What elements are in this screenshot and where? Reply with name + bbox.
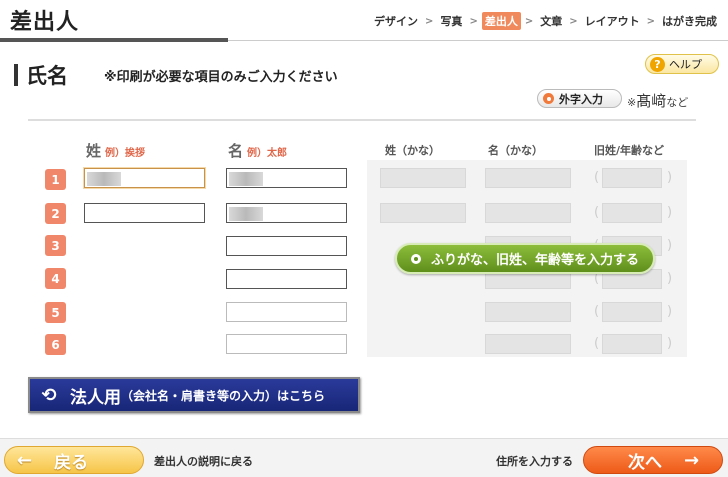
gaiji-note: ※髙﨑など bbox=[627, 90, 688, 111]
col-header-sei-kana: 姓（かな） bbox=[385, 144, 440, 157]
mei-input-5[interactable] bbox=[226, 302, 347, 322]
chevron-right-icon: > bbox=[469, 15, 478, 27]
row-number: 4 bbox=[45, 268, 66, 289]
col-header-old-name-age: 旧姓/年齢など bbox=[594, 144, 665, 157]
gaiji-note-suffix: など bbox=[666, 96, 689, 109]
step-design: デザイン bbox=[374, 15, 419, 28]
help-label: ヘルプ bbox=[669, 58, 702, 71]
furigana-button-label: ふりがな、旧姓、年齢等を入力する bbox=[431, 253, 640, 268]
sei-kana-input-2[interactable] bbox=[380, 203, 466, 223]
old-name-input-2[interactable] bbox=[602, 203, 662, 223]
gaiji-label: 外字入力 bbox=[559, 92, 603, 106]
furigana-input-button[interactable]: ふりがな、旧姓、年齢等を入力する bbox=[395, 243, 655, 274]
col-sei-label: 姓 bbox=[86, 142, 102, 160]
arrow-left-icon: ← bbox=[17, 449, 33, 471]
row-number: 6 bbox=[45, 334, 66, 355]
paren-close: ) bbox=[667, 170, 673, 185]
paren-close: ) bbox=[667, 336, 673, 351]
corporate-main-label: 法人用 bbox=[70, 387, 121, 408]
col-sei-example: 例）挨拶 bbox=[105, 148, 146, 159]
corporate-button[interactable]: ⟲ 法人用 （会社名・肩書き等の入力）はこちら bbox=[28, 377, 360, 413]
redacted-text bbox=[229, 172, 263, 186]
bullet-icon bbox=[411, 253, 421, 264]
row-number: 1 bbox=[45, 169, 66, 190]
next-label: 次へ bbox=[628, 452, 662, 473]
sei-kana-input-1[interactable] bbox=[380, 168, 466, 188]
chevron-right-icon: > bbox=[524, 15, 534, 27]
corporate-sub-label: （会社名・肩書き等の入力）はこちら bbox=[121, 388, 326, 403]
col-header-mei-kana: 名（かな） bbox=[488, 144, 543, 157]
paren-close: ) bbox=[667, 205, 673, 220]
old-name-input-6[interactable] bbox=[602, 334, 662, 354]
sei-input-1[interactable] bbox=[84, 168, 205, 188]
col-mei-label: 名 bbox=[228, 142, 244, 160]
chevron-right-icon: > bbox=[425, 15, 434, 27]
paren-close: ) bbox=[667, 304, 673, 319]
paren-close: ) bbox=[667, 238, 673, 253]
col-mei-example: 例）太郎 bbox=[247, 148, 288, 159]
mei-input-1[interactable] bbox=[226, 168, 347, 188]
back-label: 戻る bbox=[54, 452, 89, 473]
redacted-text bbox=[229, 207, 263, 221]
refresh-icon: ⟲ bbox=[41, 384, 57, 406]
paren-open: ( bbox=[594, 336, 600, 351]
row-number: 3 bbox=[45, 235, 66, 256]
gaiji-input-button[interactable]: 外字入力 bbox=[537, 89, 622, 108]
mei-kana-input-1[interactable] bbox=[485, 168, 571, 188]
redacted-text bbox=[87, 172, 121, 186]
mei-kana-input-2[interactable] bbox=[485, 203, 571, 223]
bullet-icon bbox=[543, 93, 554, 104]
question-icon: ? bbox=[650, 56, 665, 72]
back-description: 差出人の説明に戻る bbox=[154, 455, 253, 468]
section-title: 氏名 bbox=[26, 64, 68, 88]
old-name-input-1[interactable] bbox=[602, 168, 662, 188]
header: 差出人 デザイン > 写真 > 差出人 > 文章 > レイアウト > はがき完成 bbox=[0, 0, 728, 42]
title-underline bbox=[0, 38, 228, 42]
section-note: ※印刷が必要な項目のみご入力ください bbox=[104, 70, 338, 85]
gaiji-example: 髙﨑 bbox=[636, 92, 667, 110]
paren-open: ( bbox=[594, 304, 600, 319]
col-header-mei: 名例）太郎 bbox=[228, 140, 287, 161]
chevron-right-icon: > bbox=[646, 15, 655, 27]
mei-input-2[interactable] bbox=[226, 203, 347, 223]
col-header-sei: 姓例）挨拶 bbox=[86, 140, 145, 161]
step-layout: レイアウト bbox=[584, 15, 640, 28]
help-button[interactable]: ? ヘルプ bbox=[645, 54, 719, 74]
next-description: 住所を入力する bbox=[496, 455, 573, 468]
step-complete: はがき完成 bbox=[662, 15, 717, 28]
paren-open: ( bbox=[594, 170, 600, 185]
mei-input-4[interactable] bbox=[226, 269, 347, 289]
row-number: 2 bbox=[45, 203, 66, 224]
arrow-right-icon: → bbox=[684, 449, 700, 471]
paren-close: ) bbox=[667, 271, 673, 286]
old-name-input-5[interactable] bbox=[602, 302, 662, 322]
divider bbox=[28, 119, 696, 121]
header-divider bbox=[228, 40, 728, 41]
chevron-right-icon: > bbox=[569, 15, 578, 27]
mei-kana-input-5[interactable] bbox=[485, 302, 571, 322]
step-sender-current: 差出人 bbox=[481, 12, 521, 30]
mei-input-6[interactable] bbox=[226, 334, 347, 354]
next-button[interactable]: 次へ → bbox=[583, 446, 723, 474]
row-number: 5 bbox=[45, 302, 66, 323]
page-title: 差出人 bbox=[10, 10, 80, 35]
step-breadcrumb: デザイン > 写真 > 差出人 > 文章 > レイアウト > はがき完成 bbox=[371, 12, 720, 30]
paren-open: ( bbox=[594, 205, 600, 220]
mei-kana-input-6[interactable] bbox=[485, 334, 571, 354]
back-button[interactable]: ← 戻る bbox=[4, 446, 144, 474]
mei-input-3[interactable] bbox=[226, 236, 347, 256]
gaiji-note-prefix: ※ bbox=[627, 96, 637, 109]
sei-input-2[interactable] bbox=[84, 203, 205, 223]
step-message: 文章 bbox=[540, 15, 563, 28]
section-marker bbox=[14, 64, 18, 86]
step-photo: 写真 bbox=[440, 15, 463, 28]
